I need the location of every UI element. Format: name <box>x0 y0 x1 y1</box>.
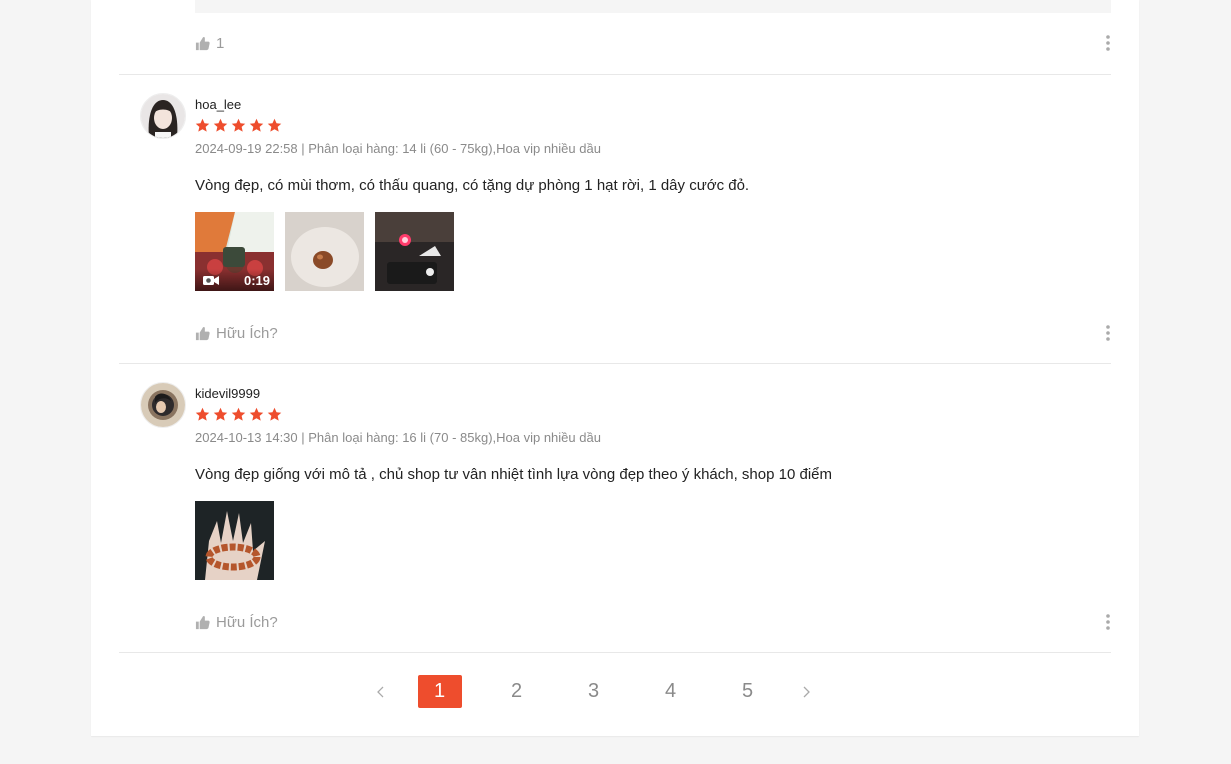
page-2-button[interactable]: 2 <box>495 675 539 708</box>
thumbs-up-icon <box>195 326 210 340</box>
chevron-right-icon <box>803 686 810 697</box>
star-icon <box>195 407 210 421</box>
review-meta: 2024-09-19 22:58 | Phân loại hàng: 14 li… <box>195 141 601 156</box>
star-rating <box>195 407 282 422</box>
more-options-icon[interactable] <box>1103 323 1113 343</box>
star-icon <box>267 407 282 421</box>
star-icon <box>267 118 282 132</box>
username: hoa_lee <box>195 97 242 112</box>
helpful-label: Hữu Ích? <box>216 613 278 631</box>
video-duration: 0:19 <box>243 272 270 288</box>
star-rating <box>195 118 282 133</box>
review-media: 0:19 <box>195 212 454 291</box>
helpful-label: Hữu Ích? <box>216 324 278 342</box>
star-icon <box>213 118 228 132</box>
review-image-thumbnail[interactable] <box>285 212 364 291</box>
review-media <box>195 501 274 580</box>
star-icon <box>249 407 264 421</box>
helpful-button[interactable]: Hữu Ích? <box>195 325 278 342</box>
divider <box>119 363 1111 364</box>
review-video-thumbnail[interactable]: 0:19 <box>195 212 274 291</box>
review-actions: Hữu Ích? <box>195 610 1111 634</box>
star-icon <box>231 118 246 132</box>
more-options-icon[interactable] <box>1103 33 1113 53</box>
chevron-left-icon <box>377 686 384 697</box>
like-button[interactable]: 1 <box>195 35 224 52</box>
more-options-icon[interactable] <box>1103 612 1113 632</box>
review-content: Vòng đẹp giống với mô tả , chủ shop tư v… <box>195 466 832 483</box>
divider <box>119 74 1111 75</box>
review-image-thumbnail[interactable] <box>195 501 274 580</box>
page-1-button[interactable]: 1 <box>417 675 462 708</box>
review-image-thumbnail[interactable] <box>375 212 454 291</box>
video-camera-icon <box>203 275 219 285</box>
thumbs-up-icon <box>195 615 210 629</box>
reviews-card: 1 hoa_lee 2024-09-19 22:58 | Phân loại h… <box>91 0 1139 736</box>
avatar[interactable] <box>140 382 186 428</box>
star-icon <box>231 407 246 421</box>
video-badge: 0:19 <box>195 269 274 291</box>
next-page-button[interactable] <box>786 675 826 708</box>
pagination: 1 2 3 4 5 <box>361 675 861 708</box>
star-icon <box>213 407 228 421</box>
page-3-button[interactable]: 3 <box>572 675 616 708</box>
helpful-button[interactable]: Hữu Ích? <box>195 614 278 631</box>
page-5-button[interactable]: 5 <box>726 675 770 708</box>
star-icon <box>195 118 210 132</box>
previous-review-reply-box <box>195 0 1111 13</box>
prev-page-button[interactable] <box>361 675 401 708</box>
previous-review-actions: 1 <box>195 31 1111 55</box>
review-meta: 2024-10-13 14:30 | Phân loại hàng: 16 li… <box>195 430 601 445</box>
page-4-button[interactable]: 4 <box>649 675 693 708</box>
review-actions: Hữu Ích? <box>195 321 1111 345</box>
thumbs-up-icon <box>195 36 210 50</box>
like-count: 1 <box>216 34 225 52</box>
star-icon <box>249 118 264 132</box>
username: kidevil9999 <box>195 386 261 401</box>
divider <box>119 652 1111 653</box>
review-content: Vòng đẹp, có mùi thơm, có thấu quang, có… <box>195 177 750 194</box>
avatar[interactable] <box>140 93 186 139</box>
